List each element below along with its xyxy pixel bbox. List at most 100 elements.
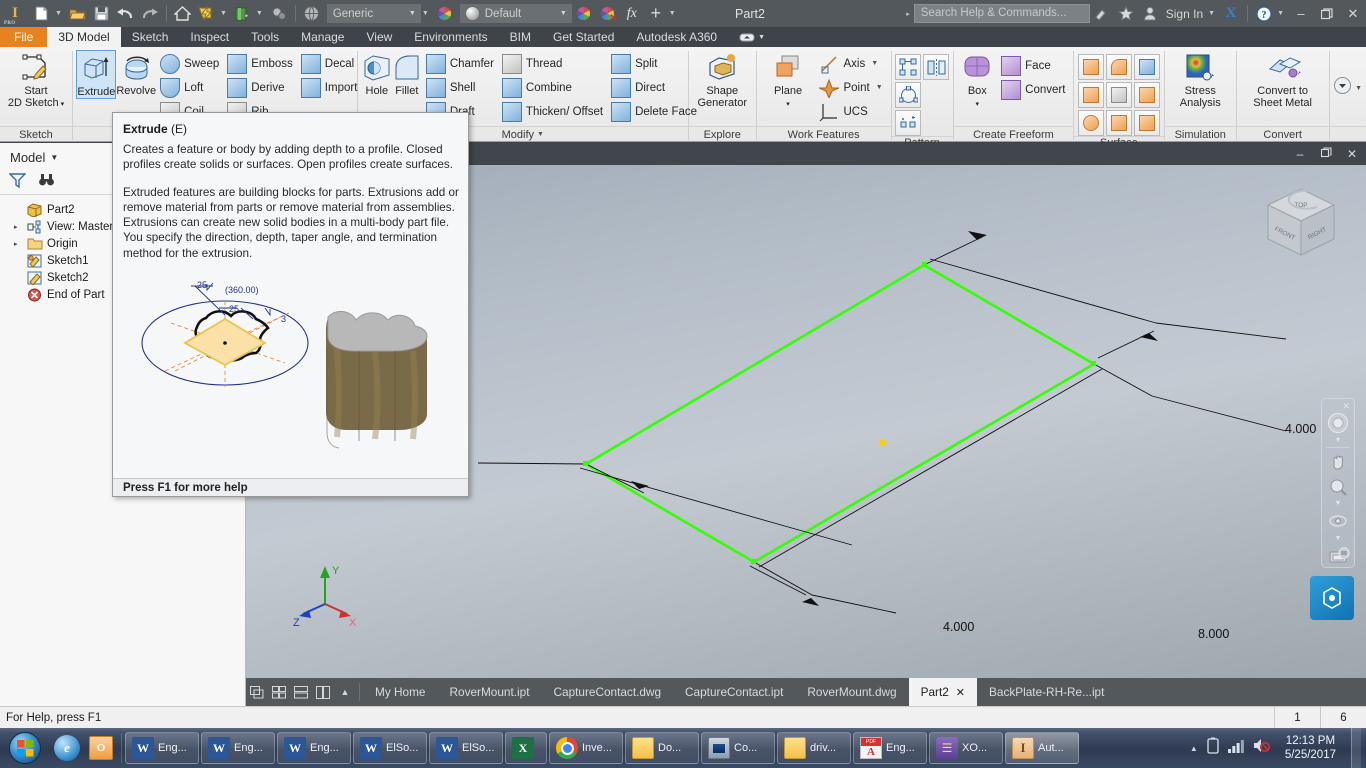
taskbar-button-word-1[interactable]: W Eng... [125,732,199,764]
navigation-bar[interactable]: ✕ ▼ ▼ ▼ [1321,398,1355,568]
ucs-button[interactable]: UCS [815,100,886,123]
title-overflow-icon[interactable]: ▸ [905,0,914,27]
face-button[interactable]: Face [997,54,1069,77]
new-document-dropdown-icon[interactable]: ▼ [54,0,66,27]
sketch-driven-pattern-icon[interactable] [895,110,922,136]
replace-face-icon[interactable] [1105,110,1132,136]
taskbar-button-word-5[interactable]: W ElSo... [429,732,503,764]
extrude-button[interactable]: Extrude [76,50,117,99]
doc-tab-capturecontact-ipt[interactable]: CaptureContact.ipt [673,678,795,706]
decal-button[interactable]: Decal [297,52,362,75]
doc-tab-backplate[interactable]: BackPlate-RH-Re...ipt [977,678,1116,706]
dimension-value-bottom-left[interactable]: 4.000 [943,620,974,634]
tile-icon[interactable] [268,678,290,706]
quick-launch-internet-explorer[interactable]: e [50,731,84,765]
open-folder-icon[interactable] [66,0,90,27]
chevron-down-icon[interactable]: ▼ [1335,437,1342,444]
extend-icon[interactable] [1133,54,1160,80]
ribbon-display-options[interactable]: ▼ [728,27,776,47]
delete-face-button[interactable]: Delete Face [607,100,701,123]
sculpt-icon[interactable] [1105,82,1132,108]
tab-view[interactable]: View [355,27,403,47]
tab-sketch[interactable]: Sketch [121,27,180,47]
taskbar-button-pdf[interactable]: A Eng... [853,732,927,764]
axis-button[interactable]: Axis ▼ [815,52,886,75]
favorites-star-icon[interactable] [1114,0,1138,27]
restore-window-button[interactable] [1314,0,1340,27]
taskbar-button-downloads[interactable]: Do... [625,732,699,764]
tab-autodesk-a360[interactable]: Autodesk A360 [625,27,728,47]
help-icon[interactable]: ? [1252,0,1276,27]
tab-inspect[interactable]: Inspect [179,27,240,47]
redo-icon[interactable] [138,0,162,27]
combine-button[interactable]: Combine [498,76,607,99]
search-input[interactable]: Search Help & Commands... [913,4,1090,23]
appearance-dropdown-icon[interactable]: ▼ [255,0,267,27]
tab-tools[interactable]: Tools [240,27,290,47]
direct-button[interactable]: Direct [607,76,701,99]
stress-analysis-button[interactable]: Stress Analysis [1168,50,1232,109]
hole-button[interactable]: Hole [362,50,392,97]
taskbar-button-word-2[interactable]: W Eng... [201,732,275,764]
plane-button[interactable]: Plane ▾ [761,50,816,111]
global-material-icon[interactable] [300,0,324,27]
expander-icon[interactable]: ▸ [14,240,23,248]
tray-expander-icon[interactable]: ▲ [1190,744,1198,753]
close-icon[interactable]: ✕ [956,686,965,699]
appearance-combo[interactable]: Default ▼ [459,4,572,23]
box-button[interactable]: Box ▾ [957,50,997,111]
taskbar-button-drive[interactable]: driv... [777,732,851,764]
taskbar-button-word-4[interactable]: W ElSo... [353,732,427,764]
horizontal-tile-icon[interactable] [290,678,312,706]
tab-environments[interactable]: Environments [403,27,498,47]
battery-icon[interactable] [1207,737,1219,759]
convert-to-sheet-metal-button[interactable]: Convert to Sheet Metal [1241,50,1325,109]
zoom-icon[interactable] [1326,476,1350,498]
chevron-down-icon[interactable]: ▼ [876,84,883,91]
ruled-surface-icon[interactable] [1077,54,1104,80]
convert-freeform-button[interactable]: Convert [997,78,1069,101]
new-document-icon[interactable] [30,0,54,27]
update-icon[interactable] [195,0,219,27]
thread-button[interactable]: Thread [498,52,607,75]
shell-button[interactable]: Shell [422,76,498,99]
trim-icon[interactable] [1077,82,1104,108]
help-dropdown-icon[interactable]: ▼ [1276,0,1288,27]
taskbar-button-inventor[interactable]: I Aut... [1005,732,1079,764]
fillet-button[interactable]: Fillet [392,50,422,97]
pan-icon[interactable] [1326,451,1350,473]
import-button[interactable]: Import [297,76,362,99]
circular-pattern-icon[interactable] [895,82,922,108]
navbar-options-icon[interactable] [1338,546,1350,564]
update-dropdown-icon[interactable]: ▼ [219,0,231,27]
quick-launch-outlook[interactable]: O [84,731,118,765]
steering-wheel-icon[interactable] [1326,412,1350,434]
save-icon[interactable] [90,0,114,27]
material-combo[interactable]: Generic ▼ [326,4,421,23]
navbar-close-icon[interactable]: ✕ [1342,401,1350,412]
chevron-down-icon[interactable]: ▼ [1355,85,1362,92]
appearance-picker-icon[interactable] [572,0,596,27]
windows-start-button[interactable] [0,728,50,768]
sweep-button[interactable]: Sweep [156,52,223,75]
ribbon-more-icon[interactable] [1333,76,1352,100]
taskbar-button-word-3[interactable]: W Eng... [277,732,351,764]
start-2d-sketch-button[interactable]: Start 2D Sketch ▾ [4,50,68,111]
sketch-origin-point[interactable] [880,440,885,445]
autodesk-exchange-icon[interactable]: X [1219,0,1243,27]
patch-icon[interactable] [1105,54,1132,80]
point-button[interactable]: Point ▼ [815,76,886,99]
chamfer-button[interactable]: Chamfer [422,52,498,75]
boundary-patch-icon[interactable] [1077,110,1104,136]
tab-manage[interactable]: Manage [290,27,355,47]
shape-generator-button[interactable]: Shape Generator [692,50,752,109]
rectangular-pattern-icon[interactable] [895,54,922,80]
volume-muted-icon[interactable] [1253,738,1270,758]
tab-3d-model[interactable]: 3D Model [47,27,121,47]
home-icon[interactable] [171,0,195,27]
doc-tab-capturecontact-dwg[interactable]: CaptureContact.dwg [541,678,673,706]
sign-in-dropdown-icon[interactable]: ▼ [1207,0,1219,27]
chevron-down-icon[interactable]: ▼ [1335,535,1342,542]
revolve-button[interactable]: Revolve [116,50,156,97]
tab-scroll-icon[interactable]: ▲ [334,678,356,706]
